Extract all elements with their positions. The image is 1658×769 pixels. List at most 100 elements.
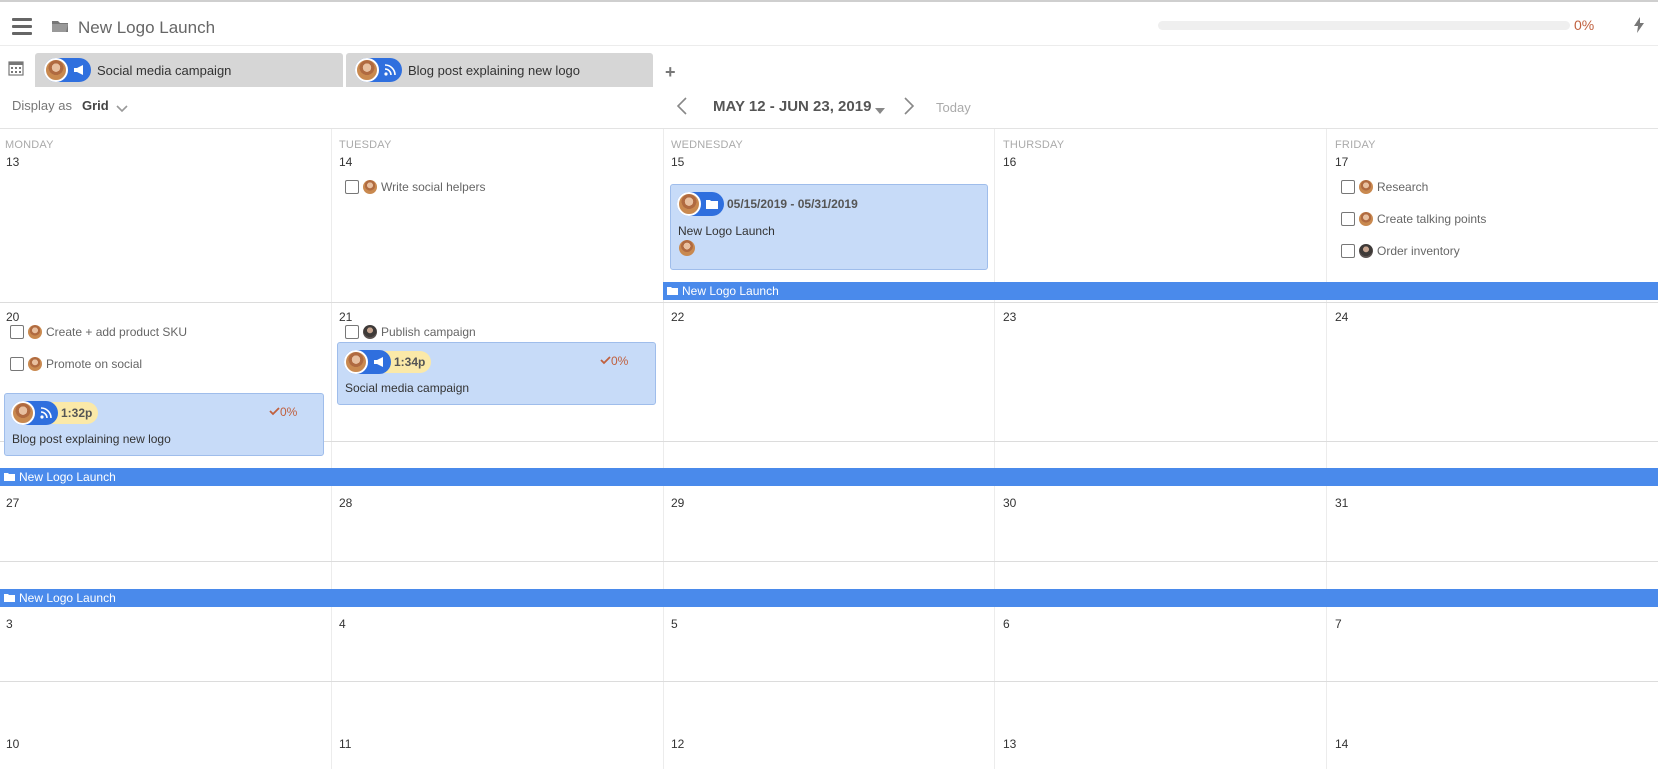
day-header: THURSDAY xyxy=(1003,139,1065,151)
progress-label: 0% xyxy=(1574,17,1595,33)
day-number: 24 xyxy=(1335,310,1349,324)
avatar xyxy=(344,350,368,374)
avatar xyxy=(1359,244,1373,258)
date-range-label: 05/15/2019 - 05/31/2019 xyxy=(727,197,858,211)
folder-icon xyxy=(667,284,678,298)
add-tab-button[interactable]: + xyxy=(665,62,676,83)
date-range[interactable]: MAY 12 - JUN 23, 2019 xyxy=(713,98,871,115)
avatar xyxy=(1359,180,1373,194)
today-button[interactable]: Today xyxy=(936,100,971,115)
day-number: 21 xyxy=(339,310,353,324)
top-bar: New Logo Launch 0% xyxy=(0,0,1658,46)
day-number: 20 xyxy=(6,310,20,324)
day-number: 13 xyxy=(1003,737,1017,751)
task-item[interactable]: Promote on social xyxy=(10,355,142,373)
avatar-chip xyxy=(344,350,391,374)
project-bar-label: New Logo Launch xyxy=(682,284,779,298)
task-checkbox[interactable] xyxy=(1341,180,1355,194)
avatar-chip xyxy=(677,192,724,216)
avatar xyxy=(28,325,42,339)
day-number: 14 xyxy=(1335,737,1349,751)
avatar xyxy=(677,192,701,216)
day-number: 4 xyxy=(339,617,346,631)
avatar xyxy=(679,240,695,256)
day-number: 16 xyxy=(1003,155,1017,169)
menu-icon[interactable] xyxy=(12,18,32,35)
task-checkbox[interactable] xyxy=(345,325,359,339)
day-number: 29 xyxy=(671,496,685,510)
project-bar-label: New Logo Launch xyxy=(19,470,116,484)
avatar xyxy=(363,325,377,339)
day-number: 3 xyxy=(6,617,13,631)
rss-icon xyxy=(37,404,55,422)
day-header: TUESDAY xyxy=(339,139,392,151)
day-header: WEDNESDAY xyxy=(671,139,743,151)
task-label: Promote on social xyxy=(46,357,143,371)
chevron-down-icon[interactable] xyxy=(116,100,128,118)
task-checkbox[interactable] xyxy=(1341,244,1355,258)
avatar xyxy=(44,58,68,82)
calendar-icon[interactable] xyxy=(0,52,32,84)
avatar xyxy=(11,401,35,425)
day-number: 27 xyxy=(6,496,20,510)
task-item[interactable]: Create + add product SKU xyxy=(10,323,187,341)
day-header: MONDAY xyxy=(5,139,54,151)
task-label: Write social helpers xyxy=(381,180,486,194)
tab-blog-post[interactable]: Blog post explaining new logo xyxy=(346,53,653,87)
day-number: 14 xyxy=(339,155,353,169)
chevron-right-icon[interactable] xyxy=(903,97,915,120)
tab-label: Social media campaign xyxy=(97,62,232,78)
day-number: 22 xyxy=(671,310,685,324)
check-icon xyxy=(600,356,611,365)
day-number: 6 xyxy=(1003,617,1010,631)
folder-icon xyxy=(51,19,69,38)
task-item[interactable]: Order inventory xyxy=(1341,242,1460,260)
task-checkbox[interactable] xyxy=(10,325,24,339)
day-number: 15 xyxy=(671,155,685,169)
chevron-left-icon[interactable] xyxy=(676,97,688,120)
day-header: FRIDAY xyxy=(1335,139,1376,151)
check-icon xyxy=(269,407,280,416)
project-bar[interactable]: New Logo Launch xyxy=(0,468,1658,486)
folder-icon xyxy=(4,591,15,605)
day-number: 13 xyxy=(6,155,20,169)
task-item[interactable]: Publish campaign xyxy=(345,323,476,341)
tab-label: Blog post explaining new logo xyxy=(408,62,581,78)
day-number: 28 xyxy=(339,496,353,510)
task-checkbox[interactable] xyxy=(1341,212,1355,226)
day-number: 10 xyxy=(6,737,20,751)
project-card[interactable]: 05/15/2019 - 05/31/2019 New Logo Launch xyxy=(670,184,988,270)
task-checkbox[interactable] xyxy=(10,357,24,371)
day-number: 5 xyxy=(671,617,678,631)
day-number: 11 xyxy=(339,737,352,751)
avatar-chip xyxy=(11,401,58,425)
project-bar[interactable]: New Logo Launch xyxy=(0,589,1658,607)
view-select[interactable]: Grid xyxy=(82,98,109,113)
page-title: New Logo Launch xyxy=(78,18,216,37)
card-title: Blog post explaining new logo xyxy=(12,432,171,446)
card-title: Social media campaign xyxy=(345,381,470,395)
task-item[interactable]: Write social helpers xyxy=(345,178,485,196)
task-checkbox[interactable] xyxy=(345,180,359,194)
task-label: Research xyxy=(1377,180,1429,194)
completion-percent: 0% xyxy=(600,354,628,368)
lightning-icon[interactable] xyxy=(1634,17,1644,38)
task-label: Publish campaign xyxy=(381,325,476,339)
avatar xyxy=(1359,212,1373,226)
completion-percent: 0% xyxy=(269,405,297,419)
day-number: 17 xyxy=(1335,155,1349,169)
tab-social-media-campaign[interactable]: Social media campaign xyxy=(35,53,343,87)
avatar-chip xyxy=(355,58,402,82)
task-item[interactable]: Research xyxy=(1341,178,1428,196)
blog-post-card[interactable]: 1:32p 0% Blog post explaining new logo xyxy=(4,393,324,456)
megaphone-icon xyxy=(70,61,88,79)
project-bar[interactable]: New Logo Launch xyxy=(663,282,1658,300)
social-media-card[interactable]: 1:34p 0% Social media campaign xyxy=(337,342,656,405)
caret-down-icon[interactable] xyxy=(875,101,885,119)
avatar xyxy=(355,58,379,82)
card-title: New Logo Launch xyxy=(678,224,775,238)
tab-strip: Social media campaign Blog post explaini… xyxy=(0,46,1658,88)
calendar-grid: MONDAY TUESDAY WEDNESDAY THURSDAY FRIDAY… xyxy=(0,128,1658,769)
day-number: 7 xyxy=(1335,617,1342,631)
task-item[interactable]: Create talking points xyxy=(1341,210,1486,228)
